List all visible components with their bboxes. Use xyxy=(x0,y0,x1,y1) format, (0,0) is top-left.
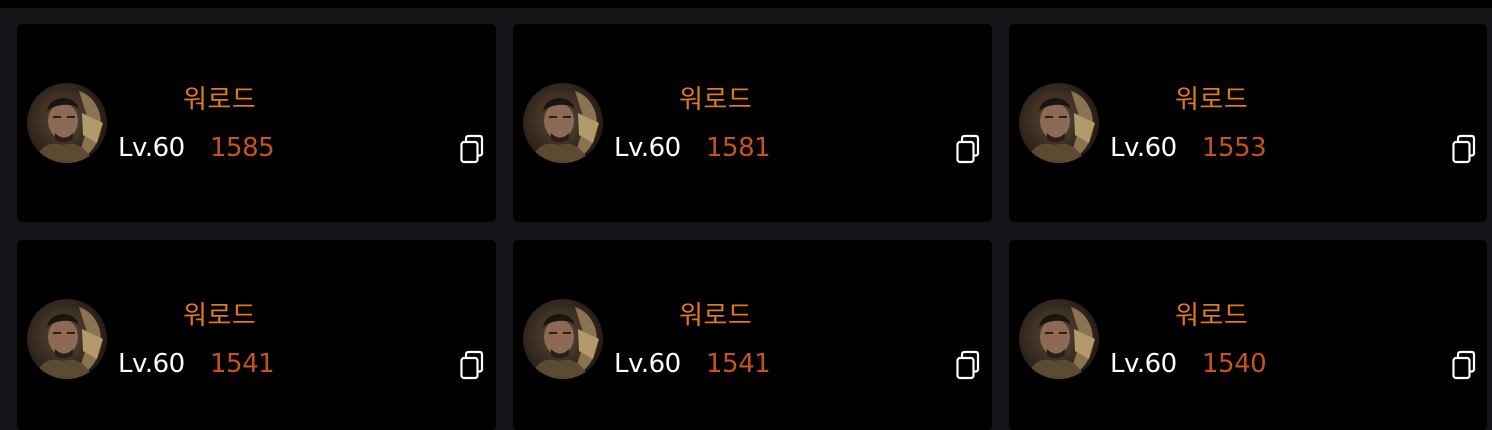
character-card[interactable]: 워로드 Lv.60 1581 xyxy=(513,24,992,222)
class-name: 워로드 xyxy=(1175,85,1249,115)
warlord-portrait-icon xyxy=(35,91,103,163)
item-level: 1541 xyxy=(706,349,771,379)
character-avatar xyxy=(523,83,603,163)
item-level: 1553 xyxy=(1202,133,1267,163)
warlord-portrait-icon xyxy=(1027,307,1095,379)
copy-icon[interactable] xyxy=(459,349,485,381)
character-card-grid: 워로드 Lv.60 1585 워로드 Lv.60 1581 워로드 Lv.60 … xyxy=(0,0,1492,430)
item-level: 1541 xyxy=(210,349,275,379)
character-avatar xyxy=(1019,299,1099,379)
copy-icon[interactable] xyxy=(459,133,485,165)
copy-icon[interactable] xyxy=(955,349,981,381)
character-avatar xyxy=(27,83,107,163)
character-avatar xyxy=(27,299,107,379)
character-avatar xyxy=(1019,83,1099,163)
character-card[interactable]: 워로드 Lv.60 1553 xyxy=(1009,24,1487,222)
item-level: 1540 xyxy=(1202,349,1267,379)
character-card[interactable]: 워로드 Lv.60 1540 xyxy=(1009,240,1487,430)
warlord-portrait-icon xyxy=(531,307,599,379)
class-name: 워로드 xyxy=(679,85,753,115)
copy-icon[interactable] xyxy=(1451,349,1477,381)
character-level: Lv.60 xyxy=(118,349,185,379)
item-level: 1585 xyxy=(210,133,275,163)
character-card[interactable]: 워로드 Lv.60 1541 xyxy=(513,240,992,430)
class-name: 워로드 xyxy=(1175,301,1249,331)
character-level: Lv.60 xyxy=(614,133,681,163)
character-card[interactable]: 워로드 Lv.60 1585 xyxy=(17,24,496,222)
character-avatar xyxy=(523,299,603,379)
character-level: Lv.60 xyxy=(1110,133,1177,163)
character-level: Lv.60 xyxy=(118,133,185,163)
warlord-portrait-icon xyxy=(1027,91,1095,163)
warlord-portrait-icon xyxy=(531,91,599,163)
class-name: 워로드 xyxy=(183,301,257,331)
copy-icon[interactable] xyxy=(1451,133,1477,165)
character-level: Lv.60 xyxy=(1110,349,1177,379)
class-name: 워로드 xyxy=(679,301,753,331)
character-card[interactable]: 워로드 Lv.60 1541 xyxy=(17,240,496,430)
class-name: 워로드 xyxy=(183,85,257,115)
character-level: Lv.60 xyxy=(614,349,681,379)
copy-icon[interactable] xyxy=(955,133,981,165)
warlord-portrait-icon xyxy=(35,307,103,379)
item-level: 1581 xyxy=(706,133,771,163)
